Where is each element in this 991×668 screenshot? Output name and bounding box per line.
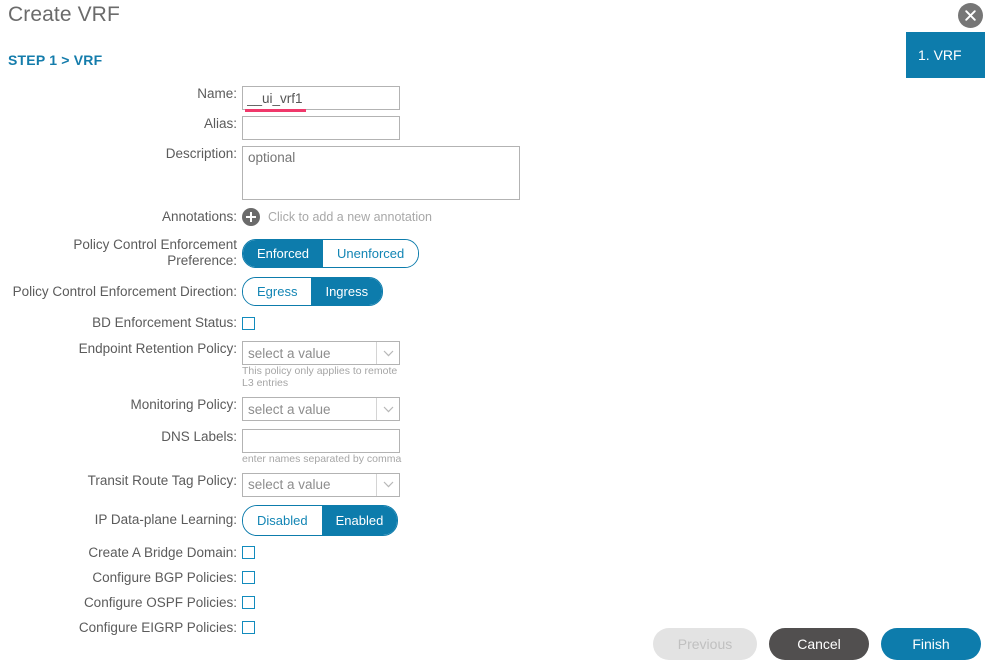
- row-configure-ospf-policies: Configure OSPF Policies:: [0, 595, 991, 611]
- row-configure-bgp-policies: Configure BGP Policies:: [0, 570, 991, 586]
- row-policy-control-enforcement-direction: Policy Control Enforcement Direction: Eg…: [0, 277, 991, 306]
- policy-control-enforcement-direction-label: Policy Control Enforcement Direction:: [12, 283, 237, 299]
- plus-circle-icon[interactable]: [242, 208, 260, 226]
- name-input[interactable]: [242, 86, 400, 110]
- description-textarea[interactable]: [242, 146, 520, 200]
- transit-route-tag-policy-value: select a value: [248, 477, 331, 492]
- endpoint-retention-policy-label: Endpoint Retention Policy:: [78, 341, 237, 356]
- policy-control-enforcement-direction-toggle[interactable]: Egress Ingress: [242, 277, 384, 306]
- row-create-a-bridge-domain: Create A Bridge Domain:: [0, 545, 991, 561]
- row-description: Description:: [0, 146, 991, 200]
- row-bd-enforcement-status: BD Enforcement Status:: [0, 315, 991, 331]
- toggle-option-ingress[interactable]: Ingress: [311, 278, 383, 305]
- step-tab-vrf[interactable]: 1. VRF: [906, 32, 985, 78]
- name-label: Name:: [197, 86, 237, 101]
- close-icon: [965, 10, 976, 21]
- toggle-option-enabled[interactable]: Enabled: [321, 505, 398, 535]
- create-a-bridge-domain-label: Create A Bridge Domain:: [88, 544, 237, 560]
- create-a-bridge-domain-checkbox[interactable]: [242, 546, 255, 559]
- row-ip-dataplane-learning: IP Data-plane Learning: Disabled Enabled: [0, 504, 991, 536]
- bd-enforcement-status-checkbox[interactable]: [242, 316, 255, 330]
- alias-input[interactable]: [242, 116, 400, 140]
- annotations-hint[interactable]: Click to add a new annotation: [268, 210, 432, 224]
- monitoring-policy-select[interactable]: select a value: [242, 397, 400, 421]
- finish-button[interactable]: Finish: [881, 628, 981, 660]
- ip-dataplane-learning-label: IP Data-plane Learning:: [94, 512, 237, 527]
- breadcrumb: STEP 1 > VRF: [8, 52, 103, 68]
- step-tab-label: 1. VRF: [918, 47, 962, 63]
- name-validation-underline: [245, 109, 306, 112]
- endpoint-retention-policy-value: select a value: [248, 345, 331, 361]
- endpoint-retention-policy-hint: This policy only applies to remote L3 en…: [242, 365, 398, 389]
- transit-route-tag-policy-label: Transit Route Tag Policy:: [87, 472, 237, 488]
- row-transit-route-tag-policy: Transit Route Tag Policy: select a value: [0, 472, 991, 497]
- page-title: Create VRF: [8, 3, 120, 26]
- monitoring-policy-label: Monitoring Policy:: [130, 397, 237, 412]
- dialog-footer: Previous Cancel Finish: [0, 628, 991, 660]
- row-name: Name:: [0, 86, 991, 112]
- row-alias: Alias:: [0, 116, 991, 140]
- transit-route-tag-policy-select[interactable]: select a value: [242, 472, 400, 497]
- alias-label: Alias:: [203, 116, 237, 131]
- row-annotations: Annotations: Click to add a new annotati…: [0, 208, 991, 226]
- toggle-option-egress[interactable]: Egress: [243, 278, 312, 305]
- policy-control-enforcement-preference-label: Policy Control Enforcement Preference:: [73, 237, 237, 268]
- row-policy-control-enforcement-preference: Policy Control Enforcement Preference: E…: [0, 237, 991, 269]
- description-label: Description:: [165, 146, 237, 161]
- row-endpoint-retention-policy: Endpoint Retention Policy: select a valu…: [0, 341, 991, 389]
- bd-enforcement-status-label: BD Enforcement Status:: [92, 315, 237, 330]
- policy-control-enforcement-preference-toggle[interactable]: Enforced Unenforced: [242, 238, 420, 268]
- ip-dataplane-learning-toggle[interactable]: Disabled Enabled: [242, 504, 399, 536]
- close-button[interactable]: [958, 3, 983, 28]
- dns-labels-input[interactable]: [242, 429, 400, 453]
- endpoint-retention-policy-select[interactable]: select a value: [242, 341, 400, 365]
- configure-bgp-policies-checkbox[interactable]: [242, 571, 255, 584]
- previous-button[interactable]: Previous: [653, 628, 757, 660]
- chevron-down-icon: [376, 473, 399, 496]
- chevron-down-icon: [376, 342, 399, 364]
- dns-labels-hint: enter names separated by comma: [242, 453, 402, 465]
- monitoring-policy-value: select a value: [248, 401, 331, 417]
- annotations-label: Annotations:: [161, 209, 237, 224]
- toggle-option-unenforced[interactable]: Unenforced: [323, 239, 419, 267]
- dns-labels-label: DNS Labels:: [161, 429, 237, 444]
- toggle-option-enforced[interactable]: Enforced: [243, 239, 324, 267]
- configure-bgp-policies-label: Configure BGP Policies:: [92, 569, 237, 585]
- chevron-down-icon: [376, 398, 399, 420]
- row-monitoring-policy: Monitoring Policy: select a value: [0, 397, 991, 421]
- configure-ospf-policies-checkbox[interactable]: [242, 596, 255, 609]
- cancel-button[interactable]: Cancel: [769, 628, 869, 660]
- configure-ospf-policies-label: Configure OSPF Policies:: [83, 594, 237, 610]
- toggle-option-disabled[interactable]: Disabled: [243, 505, 322, 535]
- row-dns-labels: DNS Labels: enter names separated by com…: [0, 429, 991, 466]
- vrf-form: Name: Alias: Description: Annotations: C…: [0, 86, 991, 636]
